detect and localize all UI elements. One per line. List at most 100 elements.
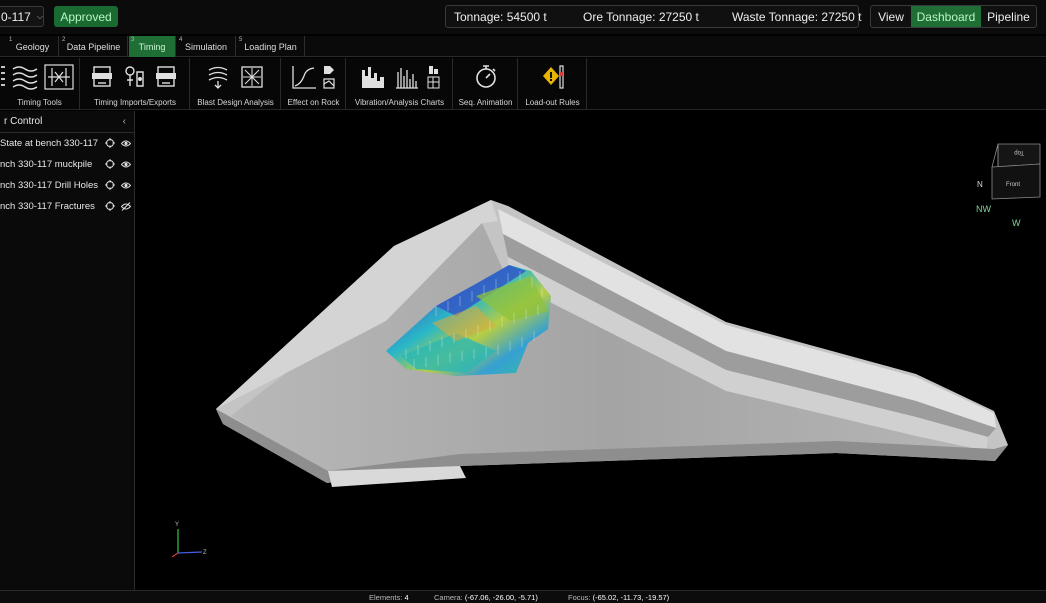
axis-z-label: Z xyxy=(203,550,207,556)
status-elements: Elements: 4 xyxy=(369,593,409,602)
ribbon-group-blast-design: Blast Design Analysis xyxy=(191,58,281,110)
curve-chart-icon[interactable] xyxy=(291,64,317,90)
ribbon-group-label: Timing Tools xyxy=(17,98,62,107)
ribbon-group-loadout-rules: Load-out Rules xyxy=(519,58,587,110)
layer-item[interactable]: nch 330-117 Drill Holes xyxy=(0,175,134,196)
mode-view-button[interactable]: View xyxy=(871,6,911,27)
chevron-down-icon: ⌵ xyxy=(36,11,43,21)
bench-select-value: 0-117 xyxy=(1,9,31,24)
compass-w-label: W xyxy=(1012,218,1021,228)
blast-layers-icon[interactable] xyxy=(207,64,229,90)
bench-select[interactable]: 0-117 ⌵ xyxy=(0,6,44,27)
focus-target-icon[interactable] xyxy=(105,159,115,169)
tab-number: 4 xyxy=(179,37,183,43)
delay-grid-icon[interactable] xyxy=(44,64,74,90)
status-elements-label: Elements: xyxy=(369,593,403,602)
panel-header: r Control ‹ xyxy=(0,111,134,133)
tab-number: 2 xyxy=(62,37,66,43)
ribbon-group-timing-tools: Timing Tools xyxy=(0,58,80,110)
layer-label: nch 330-117 Fractures xyxy=(0,201,95,212)
rock-effect-icon[interactable] xyxy=(322,64,336,90)
layer-item[interactable]: nch 330-117 muckpile xyxy=(0,154,134,175)
eye-hidden-icon[interactable] xyxy=(121,202,131,211)
timing-tool-icon[interactable] xyxy=(0,64,6,90)
tab-number: 1 xyxy=(9,37,13,43)
view-cube[interactable]: Top Front xyxy=(991,143,1041,200)
collapse-panel-icon[interactable]: ‹ xyxy=(123,116,126,127)
3d-viewport[interactable]: Top Front Y Z N NW W xyxy=(136,111,1046,590)
ribbon-group-label: Seq. Animation xyxy=(458,98,513,107)
tab-label: Timing xyxy=(138,41,166,52)
mode-switch: View Dashboard Pipeline xyxy=(870,5,1037,28)
hole-pattern-icon[interactable] xyxy=(241,64,263,90)
focus-target-icon[interactable] xyxy=(105,201,115,211)
export-sequence-icon[interactable] xyxy=(123,64,147,90)
status-camera: Camera: (-67.06, -26.00, -5.71) xyxy=(434,593,538,602)
mode-pipeline-button[interactable]: Pipeline xyxy=(981,6,1036,27)
chart-grid-icon[interactable] xyxy=(427,64,441,90)
tab-timing[interactable]: 3 Timing xyxy=(129,36,176,57)
tab-geology[interactable]: 1 Geology xyxy=(7,36,59,57)
ribbon-group-vibration-charts: Vibration/Analysis Charts xyxy=(347,58,453,110)
top-bar: 0-117 ⌵ Approved Tonnage: 54500 t Ore To… xyxy=(0,0,1046,34)
panel-title: r Control xyxy=(4,116,43,127)
workflow-tabs: 1 Geology 2 Data Pipeline 3 Timing 4 Sim… xyxy=(0,36,1046,57)
tab-label: Simulation xyxy=(184,41,228,52)
status-focus-label: Focus: xyxy=(568,593,591,602)
pit-model-render: Top Front Y Z xyxy=(171,143,1041,558)
stopwatch-icon[interactable] xyxy=(474,64,498,90)
warning-rule-icon[interactable] xyxy=(541,64,565,90)
ribbon-group-label: Load-out Rules xyxy=(525,98,580,107)
ribbon-toolbar: Timing Tools Timing Imports/Exports Blas… xyxy=(0,58,1046,110)
status-camera-label: Camera: xyxy=(434,593,463,602)
tonnage-waste: Waste Tonnage: 27250 t xyxy=(732,10,862,24)
eye-icon[interactable] xyxy=(121,139,131,148)
layer-control-panel: r Control ‹ State at bench 330-117 nch 3… xyxy=(0,111,135,590)
tab-data-pipeline[interactable]: 2 Data Pipeline xyxy=(60,36,128,57)
status-focus: Focus: (-65.02, -11.73, -19.57) xyxy=(568,593,669,602)
layer-item[interactable]: nch 330-117 Fractures xyxy=(0,196,134,217)
layer-label: State at bench 330-117 xyxy=(0,138,99,149)
status-camera-value: (-67.06, -26.00, -5.71) xyxy=(464,593,538,602)
layer-label: nch 330-117 muckpile xyxy=(0,159,93,170)
axis-y-label: Y xyxy=(175,522,179,528)
tab-number: 5 xyxy=(239,37,243,43)
status-elements-value: 4 xyxy=(404,593,409,602)
eye-icon[interactable] xyxy=(121,181,131,190)
compass-nw-label: NW xyxy=(976,204,991,214)
focus-target-icon[interactable] xyxy=(105,180,115,190)
tab-label: Geology xyxy=(15,41,50,52)
focus-target-icon[interactable] xyxy=(105,138,115,148)
tab-label: Data Pipeline xyxy=(66,41,121,52)
layer-item[interactable]: State at bench 330-117 xyxy=(0,133,134,154)
view-cube-top-label: Top xyxy=(1014,149,1024,155)
import-file-icon[interactable] xyxy=(91,64,113,90)
ribbon-group-seq-animation: Seq. Animation xyxy=(454,58,518,110)
compass-n-label: N xyxy=(977,180,983,189)
histogram-outline-icon[interactable] xyxy=(395,64,419,90)
tab-loading-plan[interactable]: 5 Loading Plan xyxy=(237,36,305,57)
ribbon-group-effect-on-rock: Effect on Rock xyxy=(282,58,346,110)
layer-label: nch 330-117 Drill Holes xyxy=(0,180,99,191)
ribbon-group-timing-imports: Timing Imports/Exports xyxy=(81,58,190,110)
tonnage-ore: Ore Tonnage: 27250 t xyxy=(583,10,699,24)
ribbon-group-label: Vibration/Analysis Charts xyxy=(354,98,445,107)
wave-pattern-icon[interactable] xyxy=(11,64,39,90)
ribbon-group-label: Effect on Rock xyxy=(287,98,340,107)
export-file-icon[interactable] xyxy=(155,64,177,90)
axis-triad: Y Z xyxy=(171,522,207,558)
eye-icon[interactable] xyxy=(121,160,131,169)
histogram-filled-icon[interactable] xyxy=(361,64,385,90)
status-badge[interactable]: Approved xyxy=(54,6,118,27)
status-bar: Elements: 4 Camera: (-67.06, -26.00, -5.… xyxy=(0,590,1046,603)
status-focus-value: (-65.02, -11.73, -19.57) xyxy=(592,593,670,602)
tab-label: Loading Plan xyxy=(244,41,297,52)
mode-dashboard-button[interactable]: Dashboard xyxy=(911,6,981,27)
ribbon-group-label: Timing Imports/Exports xyxy=(94,98,176,107)
tonnage-total: Tonnage: 54500 t xyxy=(454,10,547,24)
tab-simulation[interactable]: 4 Simulation xyxy=(177,36,236,57)
ribbon-group-label: Blast Design Analysis xyxy=(197,98,274,107)
tonnage-summary: Tonnage: 54500 t Ore Tonnage: 27250 t Wa… xyxy=(445,5,862,28)
tab-number: 3 xyxy=(131,37,135,43)
view-cube-front-label: Front xyxy=(1006,182,1020,188)
